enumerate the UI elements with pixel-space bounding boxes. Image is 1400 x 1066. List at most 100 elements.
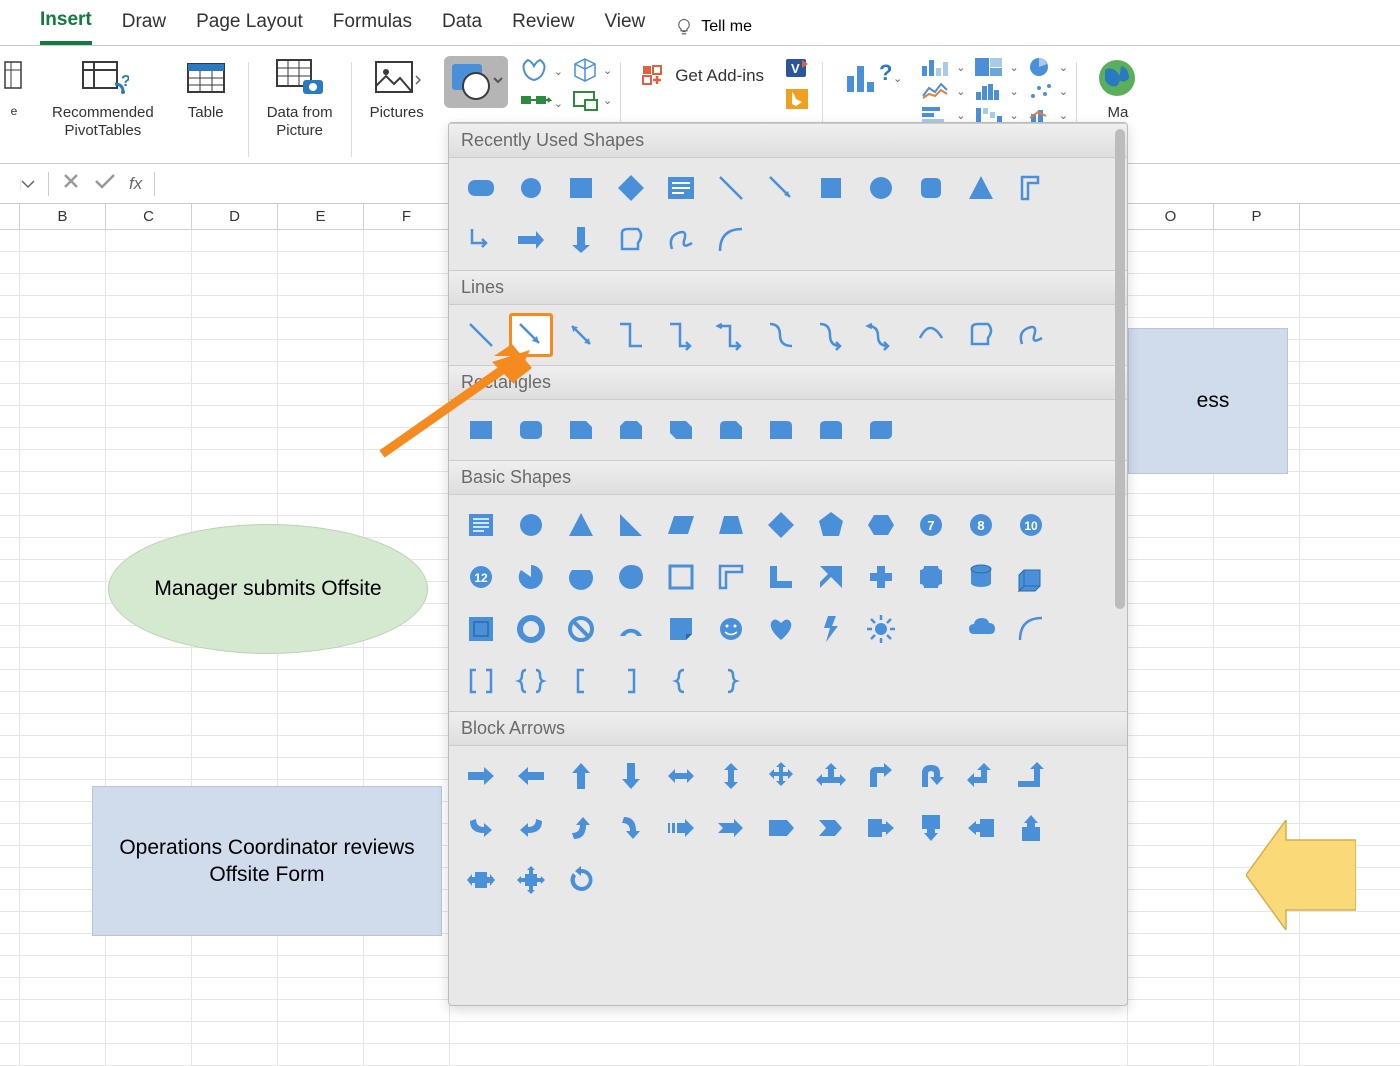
shape-elbow-arrow[interactable]	[459, 218, 503, 262]
shape-diamond2[interactable]	[759, 503, 803, 547]
ribbon-data-from-picture[interactable]: Data from Picture	[253, 56, 347, 163]
shape-cube[interactable]	[1009, 555, 1053, 599]
shape-rect-snip1[interactable]	[559, 408, 603, 452]
shape-decagon[interactable]: 10	[1009, 503, 1053, 547]
tab-data[interactable]: Data	[442, 11, 482, 43]
shape-arrow-curved-right[interactable]	[459, 806, 503, 850]
cancel-formula[interactable]	[61, 171, 81, 196]
shape-arrow-leftup[interactable]	[959, 754, 1003, 798]
shape-right-bracket[interactable]	[609, 659, 653, 703]
shape-dodecagon[interactable]: 12	[459, 555, 503, 599]
shape-arrow-uturn[interactable]	[909, 754, 953, 798]
ribbon-chart-pie[interactable]: ⌄	[1027, 56, 1068, 78]
shape-rect-snip2same[interactable]	[609, 408, 653, 452]
shape-right-triangle[interactable]	[609, 503, 653, 547]
shape-arrow-line[interactable]	[759, 166, 803, 210]
tab-view[interactable]: View	[604, 11, 645, 43]
shape-textbox2[interactable]	[459, 503, 503, 547]
shape-heart[interactable]	[759, 607, 803, 651]
shape-arrow-notched-right[interactable]	[709, 806, 753, 850]
shape-arrow-up[interactable]	[559, 754, 603, 798]
shape-arrow-quad-callout[interactable]	[509, 858, 553, 902]
shape-heptagon[interactable]: 7	[909, 503, 953, 547]
shape-arc2[interactable]	[709, 218, 753, 262]
fx-button[interactable]: fx	[129, 174, 142, 194]
shape-arrow-curved-down[interactable]	[609, 806, 653, 850]
shape-diamond[interactable]	[609, 166, 653, 210]
shape-rect-round1[interactable]	[759, 408, 803, 452]
shape-hexagon[interactable]	[859, 503, 903, 547]
shape-rect-snipround[interactable]	[709, 408, 753, 452]
shape-arrow-up-callout[interactable]	[1009, 806, 1053, 850]
shape-left-brace[interactable]	[659, 659, 703, 703]
shape-diagonal-stripe[interactable]	[809, 555, 853, 599]
shape-triangle-iso[interactable]	[559, 503, 603, 547]
flowchart-rect-partial[interactable]: ess	[1128, 328, 1288, 474]
shape-cloud[interactable]	[959, 607, 1003, 651]
shape-lightning[interactable]	[809, 607, 853, 651]
shape-sun[interactable]	[859, 607, 903, 651]
shape-elbow-connector[interactable]	[609, 313, 653, 357]
shape-octagon[interactable]: 8	[959, 503, 1003, 547]
shape-arrow-chevron[interactable]	[809, 806, 853, 850]
ribbon-icons[interactable]: ⌄	[518, 56, 563, 86]
tellme-search[interactable]: Tell me	[675, 18, 752, 36]
shape-half-frame[interactable]	[709, 555, 753, 599]
shape-trapezoid[interactable]	[709, 503, 753, 547]
shape-arrow-leftright[interactable]	[659, 754, 703, 798]
shape-right-arrow[interactable]	[509, 218, 553, 262]
shape-scribble-line[interactable]	[1009, 313, 1053, 357]
ribbon-table[interactable]: Table	[168, 56, 244, 163]
shape-smiley[interactable]	[709, 607, 753, 651]
shape-arrow-right[interactable]	[459, 754, 503, 798]
shape-folded-corner[interactable]	[659, 607, 703, 651]
col-B[interactable]: B	[20, 204, 106, 229]
shape-arrow-bentup[interactable]	[1009, 754, 1053, 798]
ribbon-chart-line[interactable]: ⌄	[920, 80, 965, 102]
col-E[interactable]: E	[278, 204, 364, 229]
shape-oval2[interactable]	[509, 503, 553, 547]
ribbon-chart-histogram[interactable]: ⌄	[973, 80, 1018, 102]
col-D[interactable]: D	[192, 204, 278, 229]
shape-down-arrow[interactable]	[559, 218, 603, 262]
shape-arrow-striped-right[interactable]	[659, 806, 703, 850]
flowchart-yellow-arrow[interactable]	[1246, 820, 1356, 930]
col-F[interactable]: F	[364, 204, 450, 229]
shape-arrow-pentagon[interactable]	[759, 806, 803, 850]
shape-circle-fill[interactable]	[859, 166, 903, 210]
flowchart-oval-start[interactable]: Manager submits Offsite	[108, 524, 428, 654]
shape-arrow-quad[interactable]	[759, 754, 803, 798]
shape-rectangle[interactable]	[559, 166, 603, 210]
shape-arrow-curved-up[interactable]	[559, 806, 603, 850]
ribbon-chart-column[interactable]: ⌄	[920, 56, 965, 78]
shape-rect-rounded[interactable]	[509, 408, 553, 452]
confirm-formula[interactable]	[93, 171, 117, 196]
shape-left-bracket[interactable]	[559, 659, 603, 703]
shape-bracket-pair[interactable]	[459, 659, 503, 703]
shape-arrow-updown[interactable]	[709, 754, 753, 798]
shape-rect[interactable]	[459, 408, 503, 452]
shape-square-fill[interactable]	[809, 166, 853, 210]
shape-plaque[interactable]	[909, 555, 953, 599]
shape-elbow[interactable]	[1009, 166, 1053, 210]
shape-moon[interactable]	[909, 607, 953, 651]
ribbon-visio[interactable]: V	[784, 56, 812, 85]
shape-arrow-leftright-callout[interactable]	[459, 858, 503, 902]
ribbon-chart-scatter[interactable]: ⌄	[1027, 80, 1068, 102]
shape-curved-connector[interactable]	[759, 313, 803, 357]
shape-arc[interactable]	[1009, 607, 1053, 651]
shape-pentagon[interactable]	[809, 503, 853, 547]
shape-parallelogram[interactable]	[659, 503, 703, 547]
shape-triangle[interactable]	[959, 166, 1003, 210]
col-C[interactable]: C	[106, 204, 192, 229]
shape-elbow-arrow-connector[interactable]	[659, 313, 703, 357]
shape-line-double-arrow[interactable]	[559, 313, 603, 357]
ribbon-pictures[interactable]: Pictures	[356, 56, 438, 163]
shape-oval[interactable]	[509, 166, 553, 210]
shape-donut[interactable]	[509, 607, 553, 651]
shape-arrow-left[interactable]	[509, 754, 553, 798]
shape-frame[interactable]	[659, 555, 703, 599]
shape-rect-round2same[interactable]	[809, 408, 853, 452]
tab-review[interactable]: Review	[512, 11, 574, 43]
shape-arrow-left-callout[interactable]	[959, 806, 1003, 850]
